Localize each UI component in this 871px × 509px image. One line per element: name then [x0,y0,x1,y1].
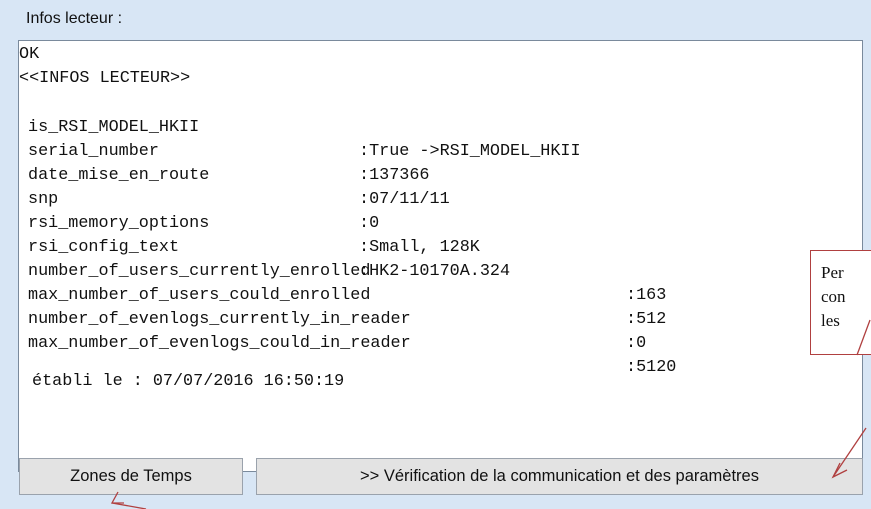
callout-connector-line [856,319,871,356]
callout-arrow-line [832,427,867,478]
bottom-arrow-head [110,491,124,504]
bottom-arrow-line [111,502,147,509]
annotation-arrows [110,319,871,509]
